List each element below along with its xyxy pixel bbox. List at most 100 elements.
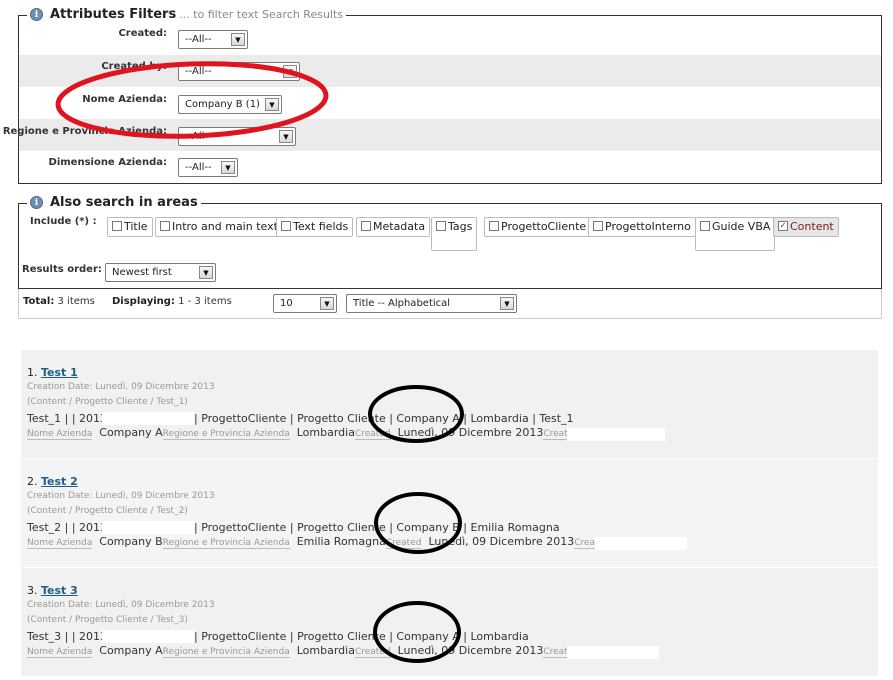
page-size-value: 10 (280, 298, 293, 309)
also-search-title: Also search in areas (50, 195, 198, 210)
attr-value: Lombardia (296, 644, 355, 657)
result-link[interactable]: Test 1 (41, 366, 78, 379)
attr-label: Regione e Provincia Azienda (162, 647, 290, 658)
result-creation-date: Creation Date: Lunedì, 09 Dicembre 2013 (27, 382, 215, 392)
result-attributes: Nome Azienda Company BRegione e Provinci… (27, 535, 624, 550)
attr-value: Company B (99, 535, 163, 548)
chevron-down-icon: ▼ (231, 33, 245, 46)
filter-label-regione: Regione e Provincia Azienda: (2, 126, 167, 137)
include-option-progettointerno[interactable]: ProgettoInterno (588, 217, 696, 237)
redacted-block (567, 428, 665, 441)
also-search-legend: i Also search in areas (27, 195, 201, 210)
results-summary-bar: Total: 3 items Displaying: 1 - 3 items 1… (18, 289, 882, 319)
result-number: 1. (27, 366, 38, 379)
result-line-b: | ProgettoCliente | Progetto Cliente | C… (194, 521, 560, 534)
include-option-progettocliente[interactable]: ProgettoCliente (484, 217, 592, 237)
chevron-down-icon: ▼ (283, 65, 297, 78)
redacted-block (567, 646, 659, 659)
info-icon: i (30, 196, 43, 209)
result-line-b: | ProgettoCliente | Progetto Cliente | C… (194, 412, 574, 425)
result-title: 2. Test 2 (27, 475, 78, 488)
attr-label: Nome Azienda (27, 647, 93, 658)
chevron-down-icon: ▼ (221, 161, 235, 174)
attributes-filters-fieldset: i Attributes Filters ... to filter text … (3, 7, 882, 184)
regione-select-value: --All-- (185, 131, 212, 142)
option-label: Title (124, 220, 148, 233)
result-line-b: | ProgettoCliente | Progetto Cliente | C… (194, 630, 529, 643)
info-icon: i (30, 8, 43, 21)
checkbox[interactable] (489, 221, 499, 231)
filter-label-created: Created: (118, 28, 167, 39)
option-label: Text fields (293, 220, 349, 233)
result-link[interactable]: Test 3 (41, 584, 78, 597)
sort-select[interactable]: Title -- Alphabetical ▼ (346, 294, 517, 313)
checkbox[interactable] (112, 221, 122, 231)
checkbox[interactable] (361, 221, 371, 231)
checkbox[interactable] (160, 221, 170, 231)
result-creation-date: Creation Date: Lunedì, 09 Dicembre 2013 (27, 600, 215, 610)
total-count: Total: 3 items (23, 296, 95, 307)
attr-value: Emilia Romagna (296, 535, 386, 548)
created-by-select[interactable]: --All-- ▼ (178, 62, 300, 81)
attributes-filters-legend: i Attributes Filters ... to filter text … (27, 7, 347, 22)
attr-label: Regione e Provincia Azienda (162, 538, 290, 549)
include-option-title[interactable]: Title (107, 217, 153, 237)
checkbox[interactable] (593, 221, 603, 231)
checkbox[interactable] (700, 221, 710, 231)
page-size-select[interactable]: 10 ▼ (273, 294, 337, 313)
attr-value: Lunedì, 09 Dicembre 2013 (397, 426, 544, 439)
checkbox-checked[interactable]: ✓ (778, 221, 788, 231)
include-option-content[interactable]: ✓ Content (773, 217, 839, 237)
result-link[interactable]: Test 2 (41, 475, 78, 488)
redacted-block (102, 521, 194, 534)
result-path: (Content / Progetto Cliente / Test_1) (27, 397, 188, 407)
include-option-intro[interactable]: Intro and main text (155, 217, 283, 237)
also-search-fieldset: i Also search in areas Include (*) : Tit… (18, 195, 882, 289)
filter-label-created-by: Created by: (101, 61, 167, 72)
redacted-block (102, 412, 194, 425)
attr-label: Created (385, 538, 422, 549)
filter-label-nome-azienda: Nome Azienda: (82, 94, 167, 105)
checkbox[interactable] (281, 221, 291, 231)
result-creation-date: Creation Date: Lunedì, 09 Dicembre 2013 (27, 491, 215, 501)
include-option-metadata[interactable]: Metadata (356, 217, 431, 237)
chevron-down-icon: ▼ (199, 266, 213, 279)
regione-select[interactable]: --All-- ▼ (178, 127, 296, 146)
result-number: 2. (27, 475, 38, 488)
result-attributes: Nome Azienda Company ARegione e Provinci… (27, 426, 593, 441)
attr-value: Lunedì, 09 Dicembre 2013 (428, 535, 575, 548)
displaying-value: 1 - 3 items (178, 296, 232, 307)
checkbox[interactable] (436, 221, 446, 231)
attr-label: Created (354, 647, 391, 658)
attr-value: Company A (99, 644, 163, 657)
result-path: (Content / Progetto Cliente / Test_3) (27, 615, 188, 625)
attributes-filters-title: Attributes Filters (50, 7, 177, 22)
attributes-filters-subtitle: ... to filter text Search Results (179, 8, 344, 21)
attr-label: Created (354, 429, 391, 440)
attr-label: Nome Azienda (27, 429, 93, 440)
include-option-text-fields[interactable]: Text fields (276, 217, 354, 237)
result-title: 3. Test 3 (27, 584, 78, 597)
results-order-value: Newest first (112, 267, 172, 278)
option-label: Intro and main text (172, 220, 278, 233)
search-result: 3. Test 3 Creation Date: Lunedì, 09 Dice… (21, 568, 878, 676)
include-label: Include (*) : (30, 216, 97, 227)
option-label: Guide VBA (712, 220, 771, 233)
include-option-guide-vba[interactable]: Guide VBA (695, 217, 776, 251)
displaying-label: Displaying: (112, 296, 175, 307)
dimensione-select-value: --All-- (185, 162, 212, 173)
filter-label-dimensione: Dimensione Azienda: (48, 157, 167, 168)
include-option-tags[interactable]: Tags (431, 217, 478, 251)
results-order-select[interactable]: Newest first ▼ (105, 263, 216, 282)
option-label: Metadata (373, 220, 426, 233)
results-order-label: Results order: (22, 264, 102, 275)
chevron-down-icon: ▼ (320, 297, 334, 310)
dimensione-select[interactable]: --All-- ▼ (178, 158, 238, 177)
nome-azienda-select-value: Company B (1) (185, 99, 260, 110)
search-result: 1. Test 1 Creation Date: Lunedì, 09 Dice… (21, 350, 878, 458)
created-select-value: --All-- (185, 34, 212, 45)
redacted-block (595, 537, 687, 550)
filter-row-dimensione: Dimensione Azienda: --All-- ▼ (19, 151, 881, 183)
nome-azienda-select[interactable]: Company B (1) ▼ (178, 95, 282, 114)
created-select[interactable]: --All-- ▼ (178, 30, 248, 49)
